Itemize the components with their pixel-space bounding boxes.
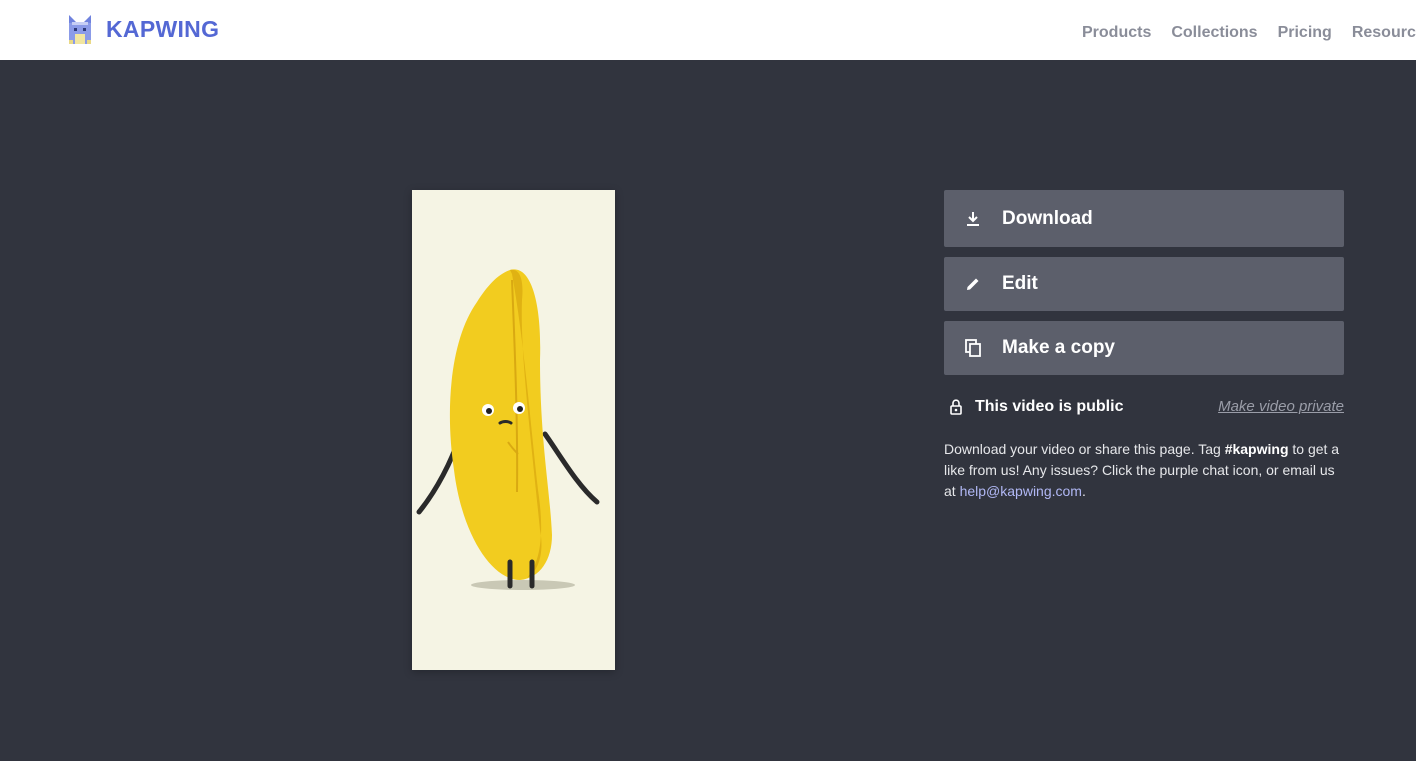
support-email-link[interactable]: help@kapwing.com [960,483,1082,499]
nav-pricing[interactable]: Pricing [1278,24,1332,42]
help-text-part1: Download your video or share this page. … [944,441,1225,457]
make-copy-label: Make a copy [1002,337,1115,358]
dancing-banana-illustration [416,269,600,590]
make-video-private-link[interactable]: Make video private [1218,398,1344,415]
help-text: Download your video or share this page. … [944,439,1344,502]
download-icon [963,209,983,229]
copy-icon [963,338,983,358]
download-label: Download [1002,207,1093,229]
nav-resources[interactable]: Resources [1352,24,1416,42]
nav-collections[interactable]: Collections [1171,24,1257,42]
help-text-part3: . [1081,483,1086,499]
share-panel: Download Edit Make a copy This video is … [944,190,1344,516]
pencil-icon [963,274,983,294]
nav-products[interactable]: Products [1082,24,1151,42]
kapwing-logo-link[interactable]: KAPWING [67,14,219,44]
edit-button[interactable]: Edit [944,257,1344,311]
kapwing-hashtag: #kapwing [1224,441,1289,457]
lock-icon [949,399,965,415]
edit-label: Edit [1002,273,1038,294]
download-button[interactable]: Download [944,190,1344,247]
kapwing-cat-logo-icon [69,15,91,44]
privacy-status-row: This video is public Make video private [944,395,1344,419]
privacy-status-text: This video is public [975,398,1124,415]
top-navigation-bar: KAPWING Products Collections Pricing Res… [0,0,1416,60]
brand-name: KAPWING [106,15,220,42]
make-copy-button[interactable]: Make a copy [944,321,1344,375]
video-preview[interactable] [412,190,615,670]
main-nav: Products Collections Pricing Resources [1082,24,1416,42]
